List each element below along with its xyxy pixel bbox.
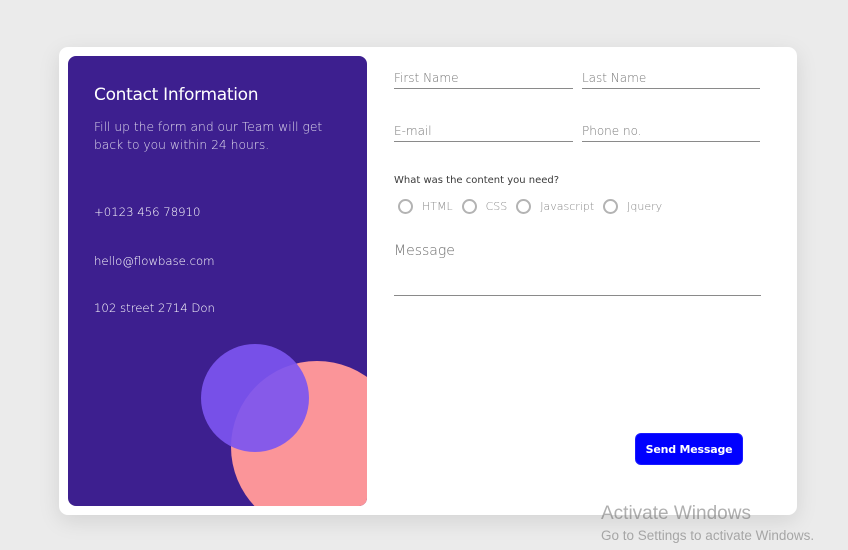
email-input[interactable]: [394, 121, 573, 142]
radio-label: Jquery: [627, 199, 663, 213]
radio-button[interactable]: [461, 198, 477, 214]
content-radio-group: HTML CSS Javascript Jquery: [398, 196, 671, 216]
contact-info-panel: Contact Information Fill up the form and…: [68, 56, 367, 506]
contact-email: hello@flowbase.com: [94, 254, 215, 268]
contact-address: 102 street 2714 Don: [94, 301, 215, 315]
watermark-subtitle: Go to Settings to activate Windows.: [601, 528, 815, 543]
contact-card: Contact Information Fill up the form and…: [59, 47, 797, 515]
content-option-jquery[interactable]: Jquery: [603, 198, 663, 214]
radio-label: CSS: [485, 199, 508, 213]
message-textarea[interactable]: [394, 243, 761, 296]
contact-info-title: Contact Information: [94, 85, 259, 105]
content-question-label: What was the content you need?: [394, 175, 560, 186]
content-option-html[interactable]: HTML: [398, 198, 453, 214]
content-option-css[interactable]: CSS: [461, 198, 508, 214]
content-option-javascript[interactable]: Javascript: [516, 198, 595, 214]
radio-button[interactable]: [398, 198, 413, 214]
contact-phone: +0123 456 78910: [94, 205, 201, 219]
contact-info-description: Fill up the form and our Team will get b…: [94, 120, 323, 152]
phone-input[interactable]: [582, 121, 760, 142]
windows-activation-watermark: Activate Windows Go to Settings to activ…: [601, 503, 814, 546]
radio-button[interactable]: [603, 198, 619, 214]
send-message-button[interactable]: Send Message: [635, 433, 743, 465]
contact-form: What was the content you need? HTML CSS Ja…: [394, 47, 774, 515]
radio-label: Javascript: [540, 199, 595, 213]
watermark-title: Activate Windows: [601, 503, 751, 524]
first-name-input[interactable]: [394, 68, 573, 89]
radio-label: HTML: [422, 199, 453, 213]
decorative-violet-circle: [201, 344, 309, 452]
radio-button[interactable]: [516, 198, 532, 214]
last-name-input[interactable]: [582, 68, 760, 89]
